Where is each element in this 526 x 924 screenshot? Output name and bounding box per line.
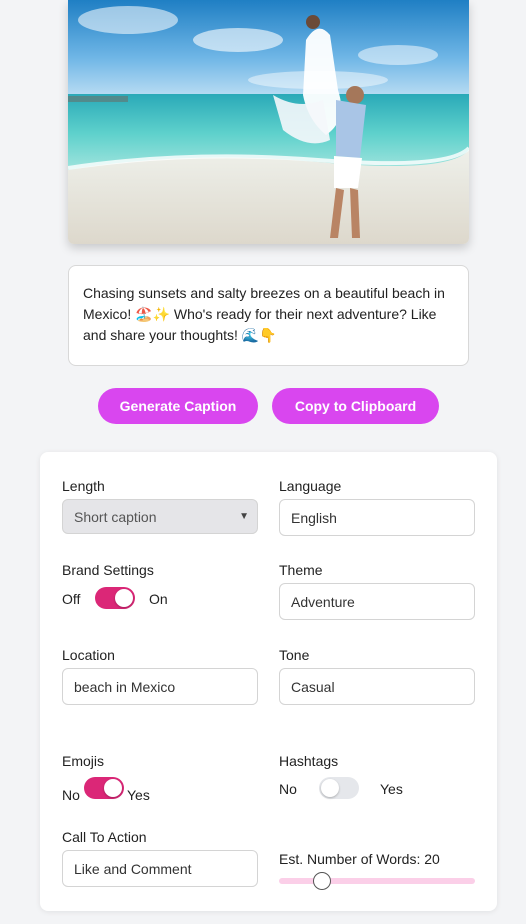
caption-output[interactable]: Chasing sunsets and salty breezes on a b… [68,265,469,366]
toggle-knob [321,779,339,797]
cta-input[interactable]: Like and Comment [62,850,258,887]
generate-caption-button[interactable]: Generate Caption [98,388,258,424]
brand-settings-toggle[interactable] [95,587,135,609]
copy-to-clipboard-button[interactable]: Copy to Clipboard [272,388,439,424]
language-value: English [291,509,337,526]
brand-off-label: Off [62,591,81,607]
beach-photo [68,0,469,244]
language-input[interactable]: English [279,499,475,536]
word-count-slider[interactable] [279,872,475,890]
settings-panel: Length Short caption ▼ Language English … [40,452,497,911]
hashtags-no-label: No [279,781,297,797]
location-value: beach in Mexico [74,678,176,695]
tone-input[interactable]: Casual [279,668,475,705]
toggle-knob [115,589,133,607]
length-label: Length [62,478,105,494]
length-select[interactable]: Short caption ▼ [62,499,258,534]
theme-value: Adventure [291,593,355,610]
theme-label: Theme [279,562,323,578]
slider-thumb[interactable] [313,872,332,890]
emojis-no-label: No [62,787,80,803]
caption-text: Chasing sunsets and salty breezes on a b… [83,285,445,343]
hashtags-label: Hashtags [279,753,339,769]
tone-value: Casual [291,678,335,695]
emojis-label: Emojis [62,753,105,769]
emojis-yes-label: Yes [127,787,150,803]
cta-value: Like and Comment [74,860,192,877]
location-label: Location [62,647,115,663]
cta-label: Call To Action [62,829,147,845]
hashtags-toggle[interactable] [319,777,359,799]
word-count-label: Est. Number of Words: 20 [279,851,440,867]
hashtags-yes-label: Yes [380,781,403,797]
toggle-knob [104,779,122,797]
length-select-value: Short caption [74,508,157,525]
brand-settings-label: Brand Settings [62,562,154,578]
language-label: Language [279,478,342,494]
emojis-toggle[interactable] [84,777,124,799]
tone-label: Tone [279,647,310,663]
brand-on-label: On [149,591,168,607]
chevron-down-icon: ▼ [239,511,249,522]
theme-input[interactable]: Adventure [279,583,475,620]
location-input[interactable]: beach in Mexico [62,668,258,705]
